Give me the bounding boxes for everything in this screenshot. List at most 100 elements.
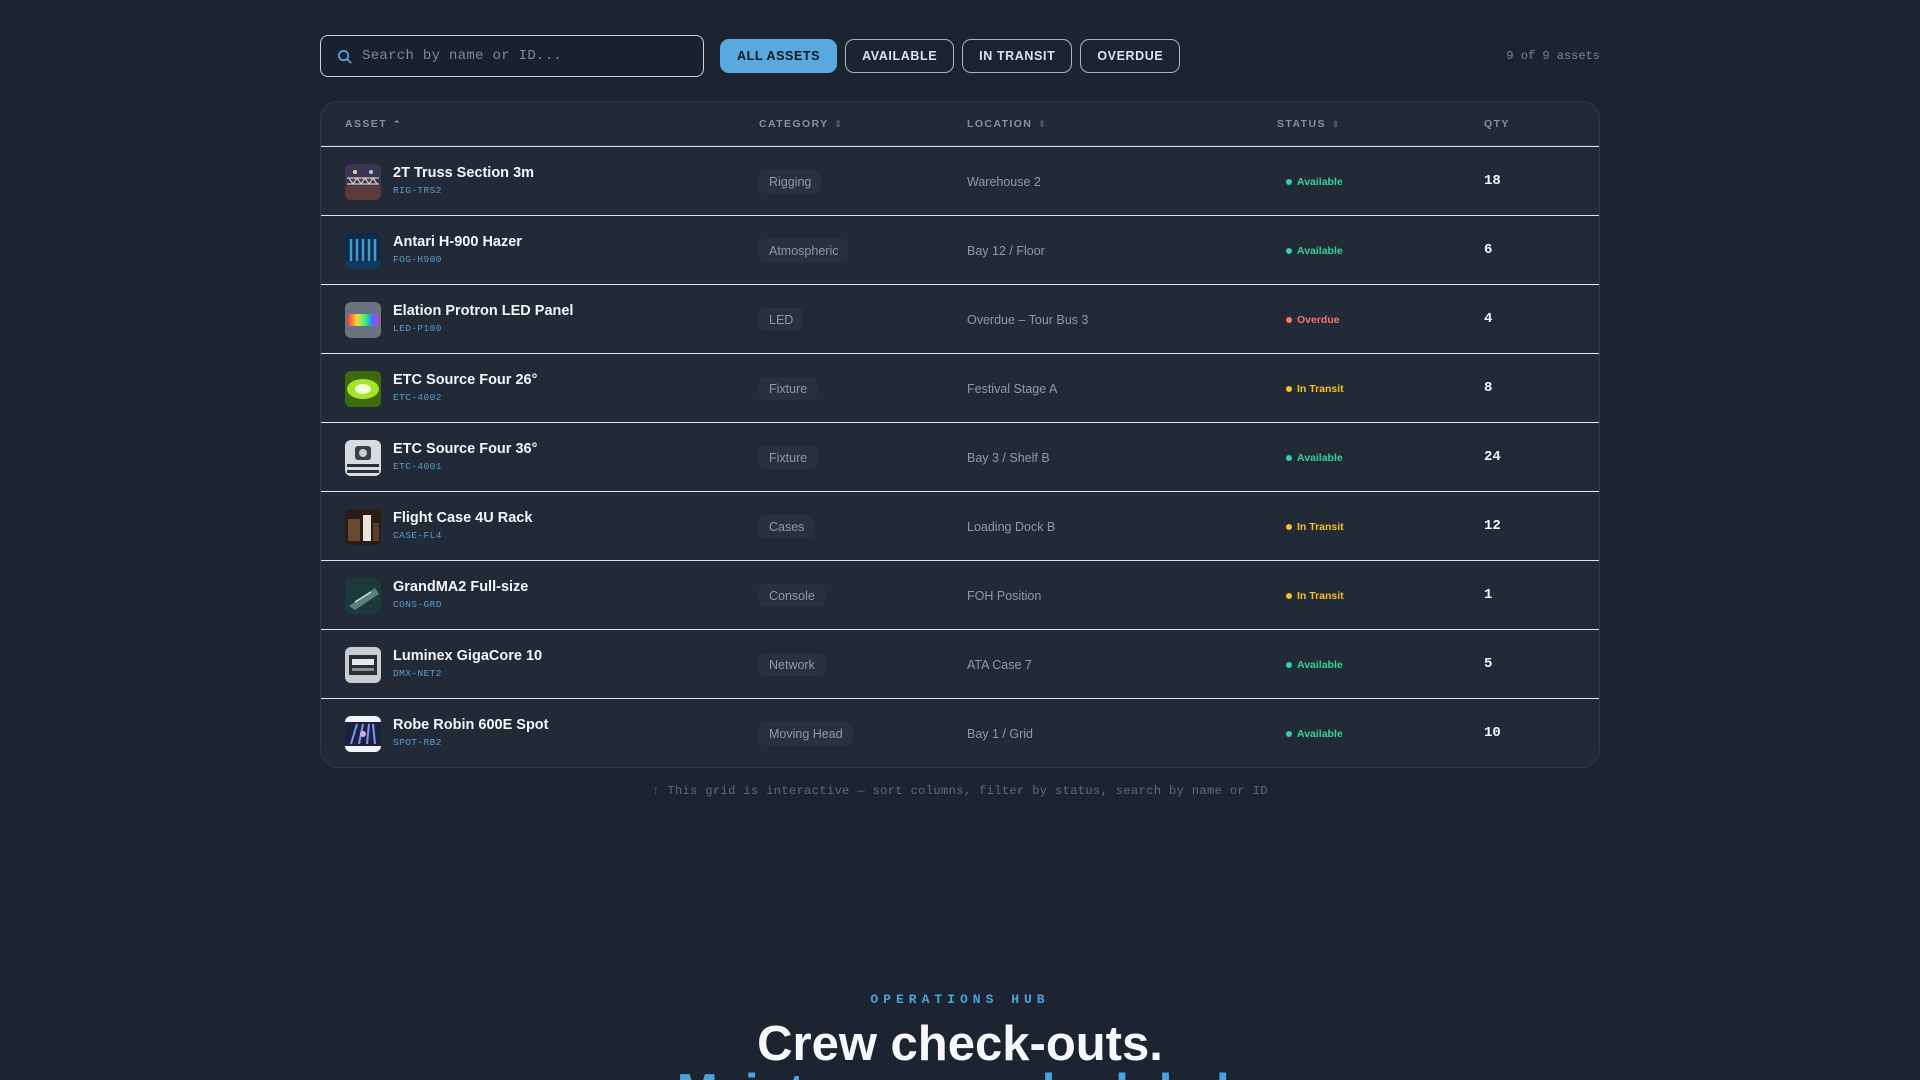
table-row[interactable]: ETC Source Four 26° ETC-4002 Fixture Fes… bbox=[321, 353, 1599, 422]
asset-id: LED-P100 bbox=[393, 323, 442, 334]
asset-id: CONS-GRD bbox=[393, 599, 442, 610]
asset-thumbnail-network-switch bbox=[345, 647, 381, 683]
asset-name: ETC Source Four 26° bbox=[393, 372, 538, 388]
status-label: In Transit bbox=[1297, 521, 1344, 533]
filter-overdue-button[interactable]: OVERDUE bbox=[1080, 39, 1181, 73]
search-icon bbox=[338, 49, 352, 63]
asset-thumbnail-console bbox=[345, 578, 381, 614]
status-badge: Available bbox=[1286, 245, 1343, 257]
location-text: Overdue – Tour Bus 3 bbox=[967, 313, 1089, 327]
status-badge: Available bbox=[1286, 659, 1343, 671]
location-text: ATA Case 7 bbox=[967, 658, 1032, 672]
asset-id: ETC-4001 bbox=[393, 461, 442, 472]
asset-thumbnail-truss bbox=[345, 164, 381, 200]
column-header-category[interactable]: CATEGORY ⇕ bbox=[759, 118, 844, 130]
section-headline-accent: Maintenance scheduled. bbox=[0, 1064, 1920, 1080]
status-dot bbox=[1286, 317, 1292, 323]
status-label: In Transit bbox=[1297, 383, 1344, 395]
search-box[interactable] bbox=[320, 35, 704, 77]
table-row[interactable]: Elation Protron LED Panel LED-P100 LED O… bbox=[321, 284, 1599, 353]
asset-id: CASE-FL4 bbox=[393, 530, 442, 541]
location-text: FOH Position bbox=[967, 589, 1042, 603]
sort-icon: ⇕ bbox=[1038, 118, 1048, 129]
status-label: Overdue bbox=[1297, 314, 1340, 326]
filter-available-button[interactable]: AVAILABLE bbox=[845, 39, 955, 73]
category-badge: Rigging bbox=[759, 170, 822, 193]
category-badge: Console bbox=[759, 584, 825, 607]
asset-id: RIG-TRS2 bbox=[393, 185, 442, 196]
quantity-value: 12 bbox=[1484, 518, 1501, 534]
location-text: Bay 3 / Shelf B bbox=[967, 451, 1050, 465]
asset-thumbnail-source-four-26 bbox=[345, 371, 381, 407]
column-label-qty: QTY bbox=[1484, 118, 1510, 130]
sort-ascending-icon: ⌃ bbox=[393, 118, 402, 129]
category-badge: Atmospheric bbox=[759, 239, 849, 262]
table-row[interactable]: Flight Case 4U Rack CASE-FL4 Cases Loadi… bbox=[321, 491, 1599, 560]
asset-name: Elation Protron LED Panel bbox=[393, 303, 574, 319]
location-text: Warehouse 2 bbox=[967, 175, 1041, 189]
toolbar: ALL ASSETS AVAILABLE IN TRANSIT OVERDUE … bbox=[320, 35, 1600, 77]
asset-id: ETC-4002 bbox=[393, 392, 442, 403]
asset-table: ASSET ⌃ CATEGORY ⇕ LOCATION ⇕ STATUS ⇕ Q… bbox=[320, 101, 1600, 768]
location-text: Loading Dock B bbox=[967, 520, 1056, 534]
table-row[interactable]: GrandMA2 Full-size CONS-GRD Console FOH … bbox=[321, 560, 1599, 629]
asset-name: Luminex GigaCore 10 bbox=[393, 648, 543, 664]
category-badge: LED bbox=[759, 308, 804, 331]
quantity-value: 5 bbox=[1484, 656, 1493, 672]
quantity-value: 24 bbox=[1484, 449, 1501, 465]
quantity-value: 1 bbox=[1484, 587, 1493, 603]
table-row[interactable]: Antari H-900 Hazer FOG-H900 Atmospheric … bbox=[321, 215, 1599, 284]
table-header: ASSET ⌃ CATEGORY ⇕ LOCATION ⇕ STATUS ⇕ Q… bbox=[321, 102, 1599, 146]
column-header-status[interactable]: STATUS ⇕ bbox=[1277, 118, 1341, 130]
category-badge: Fixture bbox=[759, 377, 818, 400]
asset-name: Robe Robin 600E Spot bbox=[393, 717, 549, 733]
status-dot bbox=[1286, 524, 1292, 530]
column-label-asset: ASSET bbox=[345, 118, 388, 130]
status-dot bbox=[1286, 386, 1292, 392]
status-badge: Available bbox=[1286, 728, 1343, 740]
quantity-value: 6 bbox=[1484, 242, 1493, 258]
asset-thumbnail-hazer bbox=[345, 233, 381, 269]
status-dot bbox=[1286, 731, 1292, 737]
asset-name: Antari H-900 Hazer bbox=[393, 234, 522, 250]
category-badge: Fixture bbox=[759, 446, 818, 469]
table-row[interactable]: 2T Truss Section 3m RIG-TRS2 Rigging War… bbox=[321, 146, 1599, 215]
asset-id: FOG-H900 bbox=[393, 254, 442, 265]
column-header-asset[interactable]: ASSET ⌃ bbox=[345, 118, 402, 130]
location-text: Bay 12 / Floor bbox=[967, 244, 1045, 258]
status-dot bbox=[1286, 593, 1292, 599]
filter-all-assets-button[interactable]: ALL ASSETS bbox=[720, 39, 838, 73]
table-row[interactable]: Luminex GigaCore 10 DMX-NET2 Network ATA… bbox=[321, 629, 1599, 698]
column-header-qty: QTY bbox=[1484, 118, 1510, 130]
sort-icon: ⇕ bbox=[1331, 118, 1341, 129]
status-dot bbox=[1286, 248, 1292, 254]
status-badge: In Transit bbox=[1286, 383, 1344, 395]
table-row[interactable]: Robe Robin 600E Spot SPOT-RB2 Moving Hea… bbox=[321, 698, 1599, 767]
asset-name: ETC Source Four 36° bbox=[393, 441, 538, 457]
category-badge: Network bbox=[759, 653, 825, 676]
section-eyebrow: OPERATIONS HUB bbox=[870, 992, 1050, 1007]
search-input[interactable] bbox=[362, 48, 682, 64]
result-count: 9 of 9 assets bbox=[1506, 49, 1600, 63]
status-label: Available bbox=[1297, 176, 1343, 188]
sort-icon: ⇕ bbox=[834, 118, 844, 129]
quantity-value: 10 bbox=[1484, 725, 1501, 741]
status-label: Available bbox=[1297, 728, 1343, 740]
location-text: Festival Stage A bbox=[967, 382, 1058, 396]
status-badge: In Transit bbox=[1286, 521, 1344, 533]
interactive-hint: ↑ This grid is interactive — sort column… bbox=[652, 784, 1268, 798]
status-label: Available bbox=[1297, 452, 1343, 464]
asset-name: 2T Truss Section 3m bbox=[393, 165, 535, 181]
asset-id: SPOT-RB2 bbox=[393, 737, 442, 748]
column-label-status: STATUS bbox=[1277, 118, 1326, 130]
category-badge: Cases bbox=[759, 515, 815, 538]
status-label: Available bbox=[1297, 245, 1343, 257]
filter-in-transit-button[interactable]: IN TRANSIT bbox=[962, 39, 1073, 73]
status-dot bbox=[1286, 179, 1292, 185]
asset-thumbnail-moving-head bbox=[345, 716, 381, 752]
table-row[interactable]: ETC Source Four 36° ETC-4001 Fixture Bay… bbox=[321, 422, 1599, 491]
status-filters: ALL ASSETS AVAILABLE IN TRANSIT OVERDUE bbox=[720, 39, 1181, 73]
status-badge: Available bbox=[1286, 452, 1343, 464]
column-header-location[interactable]: LOCATION ⇕ bbox=[967, 118, 1047, 130]
asset-name: Flight Case 4U Rack bbox=[393, 510, 533, 526]
